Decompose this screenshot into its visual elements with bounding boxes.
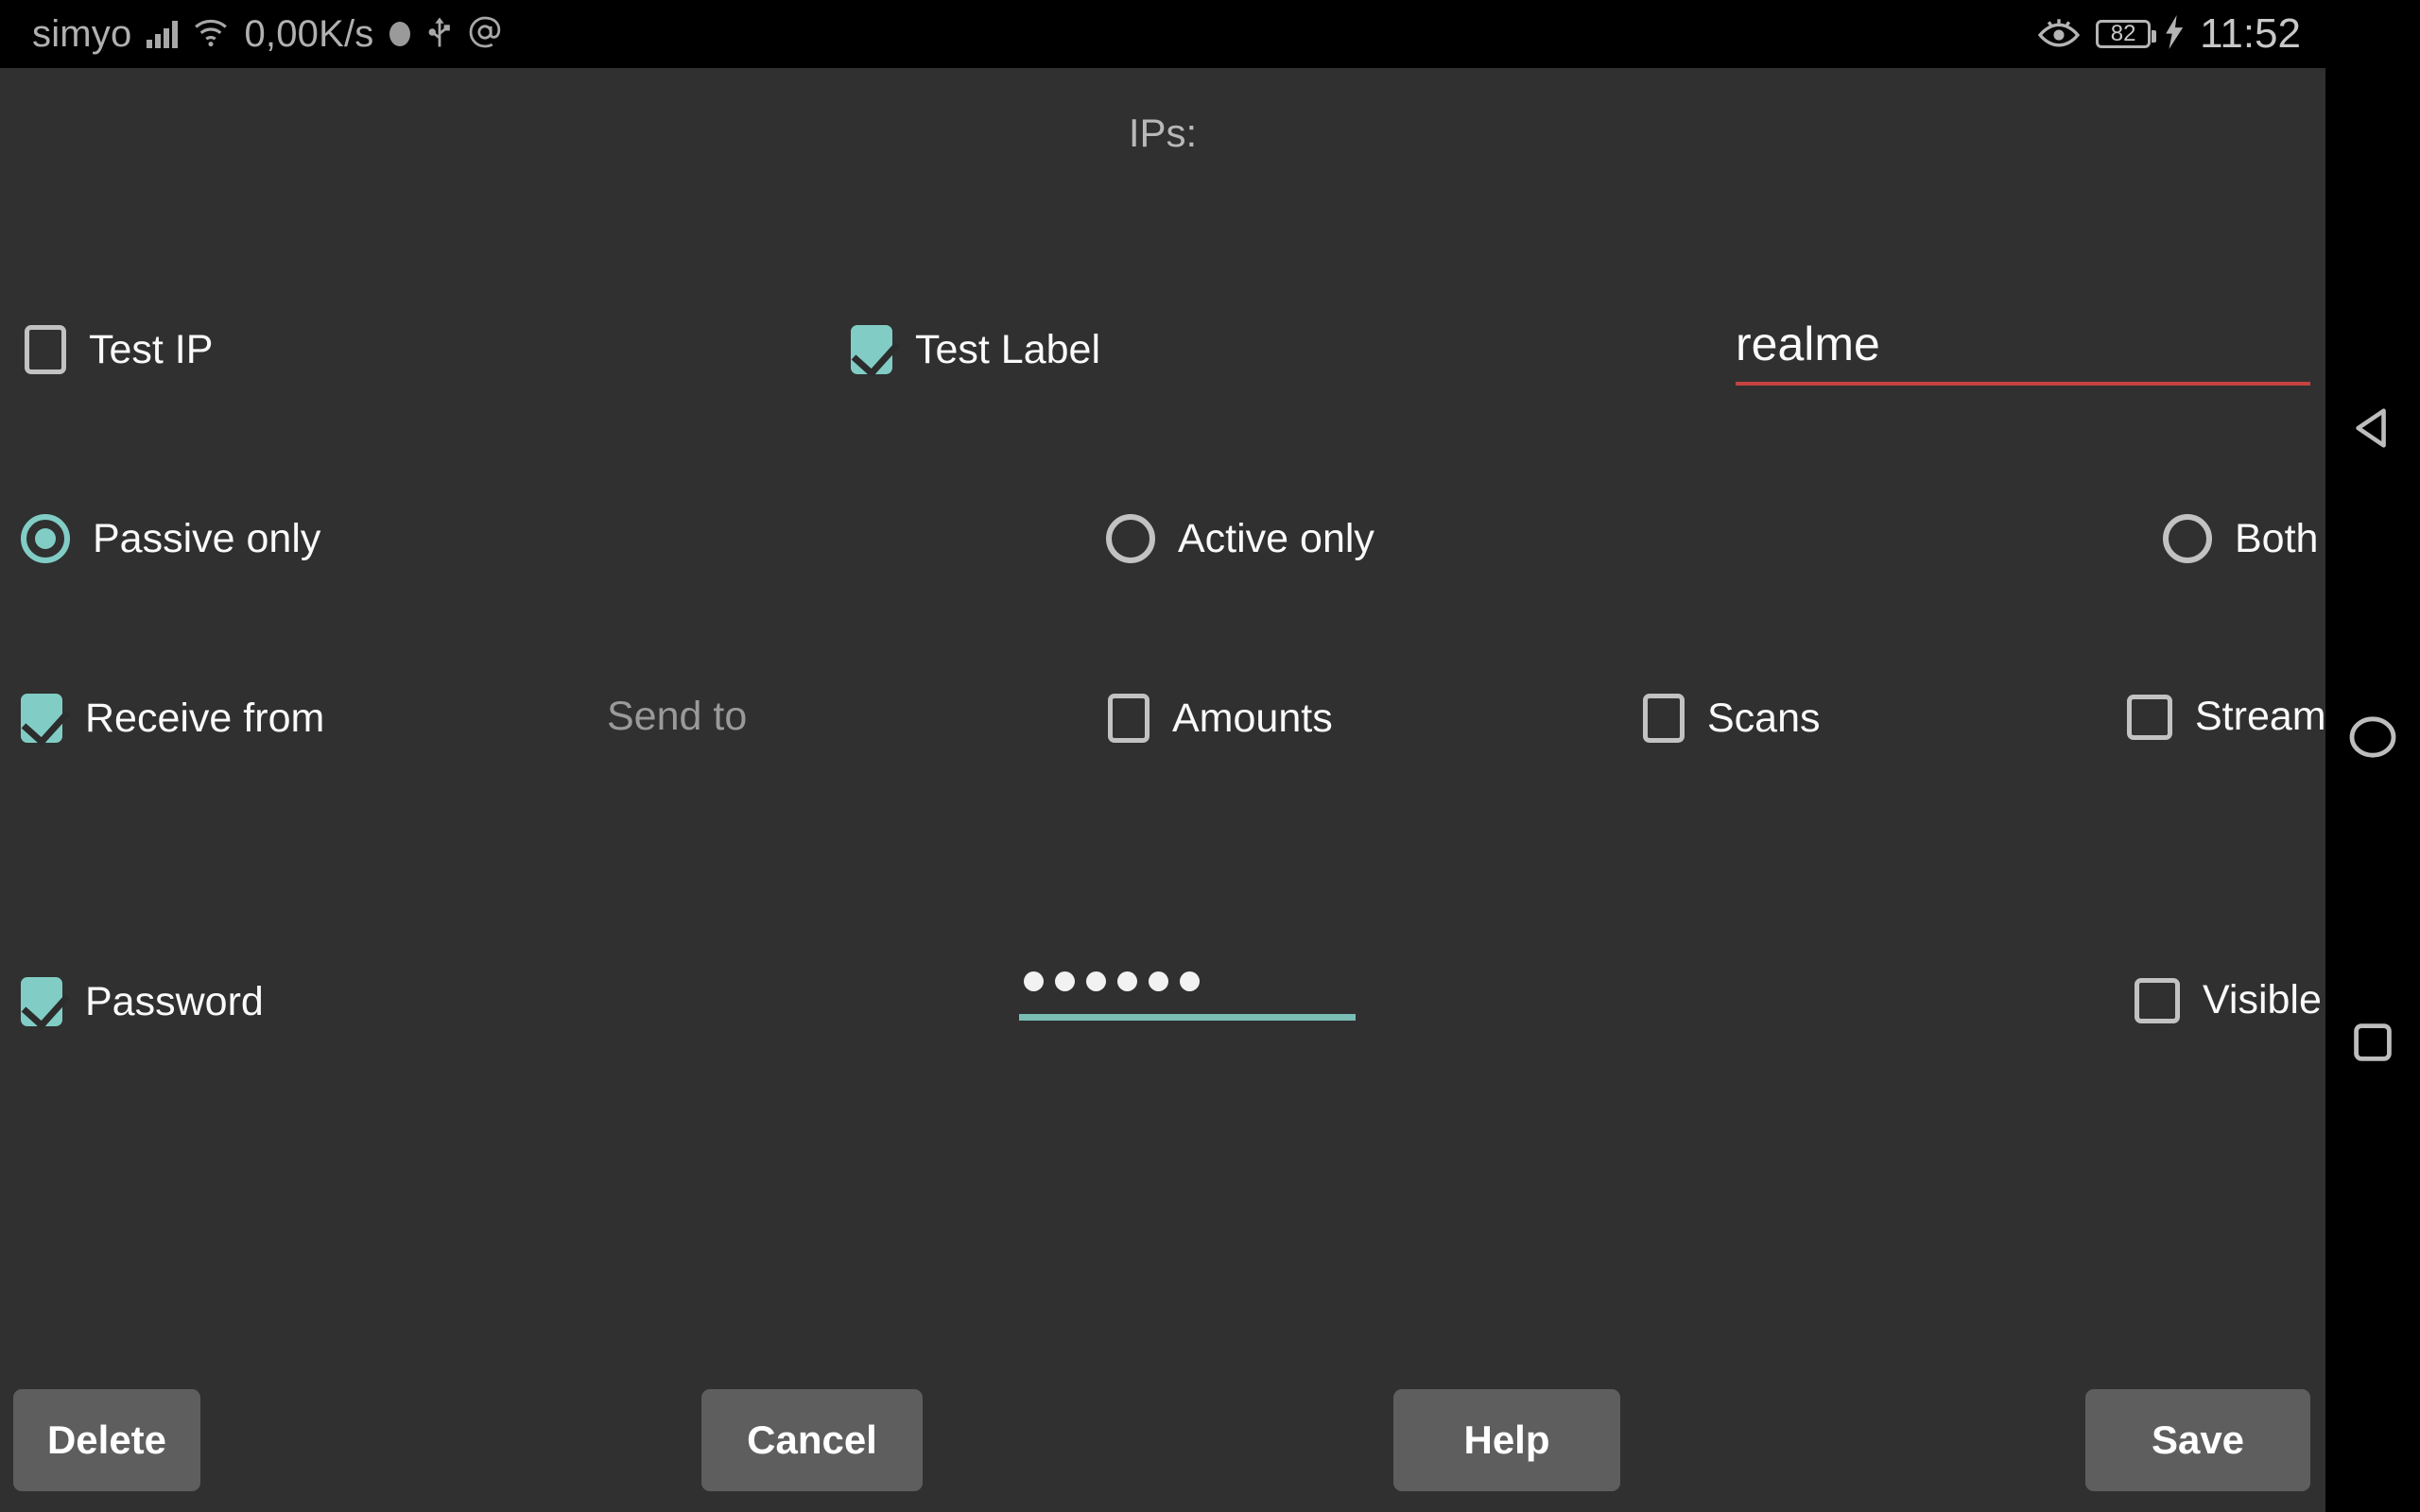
network-speed-label: 0,00K/s	[244, 12, 374, 55]
checkbox-box-stream	[2127, 694, 2172, 740]
checkbox-label-test-label: Test Label	[915, 326, 1101, 372]
name-input-underline	[1736, 382, 2310, 386]
checkbox-amounts[interactable]: Amounts	[1108, 694, 1333, 743]
home-icon	[2348, 714, 2397, 765]
back-button[interactable]	[2325, 383, 2420, 477]
checkbox-label-scans: Scans	[1707, 695, 1821, 741]
name-input[interactable]: realme	[1736, 318, 2310, 386]
radio-circle-passive-only	[21, 514, 70, 563]
status-bar-right: 82 11:52	[2037, 10, 2420, 58]
radio-circle-both	[2163, 514, 2212, 563]
recents-button[interactable]	[2325, 997, 2420, 1091]
cancel-button[interactable]: Cancel	[701, 1389, 923, 1491]
back-icon	[2349, 404, 2396, 456]
checkbox-box-test-label	[851, 325, 892, 374]
charging-bolt-icon	[2166, 14, 2185, 54]
checkbox-send-to[interactable]: Send to	[607, 694, 747, 740]
signal-bars-icon	[147, 20, 179, 48]
checkbox-box-scans	[1643, 694, 1685, 743]
radio-label-both: Both	[2235, 515, 2319, 561]
checkbox-label-visible: Visible	[2203, 977, 2322, 1022]
button-bar: Delete Cancel Help Save	[0, 1389, 2325, 1491]
save-button[interactable]: Save	[2085, 1389, 2310, 1491]
battery-level-label: 82	[2110, 21, 2136, 46]
at-sign-icon	[469, 16, 501, 53]
usb-icon	[425, 16, 454, 53]
checkbox-password[interactable]: Password	[21, 977, 264, 1026]
carrier-label: simyo	[32, 12, 132, 55]
status-bar-left: simyo 0,00K/s	[0, 13, 501, 56]
checkbox-label-test-ip: Test IP	[89, 326, 214, 372]
checkbox-test-ip[interactable]: Test IP	[25, 325, 213, 374]
password-input[interactable]	[1019, 971, 1356, 1021]
checkbox-test-label[interactable]: Test Label	[851, 325, 1100, 374]
navigation-bar	[2325, 68, 2420, 1512]
radio-circle-active-only	[1106, 514, 1155, 563]
android-screen: simyo 0,00K/s 82 11:52 IPs: Test IP Test…	[0, 0, 2420, 1512]
checkbox-box-test-ip	[25, 325, 66, 374]
checkbox-box-receive-from	[21, 694, 62, 743]
checkbox-stream[interactable]: Stream	[2127, 694, 2325, 740]
checkbox-box-amounts	[1108, 694, 1150, 743]
checkbox-scans[interactable]: Scans	[1643, 694, 1821, 743]
checkbox-label-stream: Stream	[2195, 694, 2325, 739]
recents-icon	[2352, 1022, 2394, 1068]
clock-label: 11:52	[2200, 10, 2301, 57]
password-masked-dots	[1019, 971, 1356, 1014]
radio-active-only[interactable]: Active only	[1106, 514, 1374, 563]
checkbox-box-visible	[2135, 977, 2180, 1023]
wifi-icon	[193, 17, 229, 52]
checkbox-label-password: Password	[85, 978, 264, 1024]
password-input-underline	[1019, 1014, 1356, 1021]
checkbox-receive-from[interactable]: Receive from	[21, 694, 324, 743]
recording-dot-icon	[389, 22, 410, 46]
radio-label-active-only: Active only	[1178, 515, 1374, 561]
help-button[interactable]: Help	[1393, 1389, 1620, 1491]
checkbox-visible[interactable]: Visible	[2135, 977, 2322, 1023]
name-input-value: realme	[1736, 318, 1880, 370]
delete-button[interactable]: Delete	[13, 1389, 200, 1491]
app-content-area: IPs: Test IP Test Label realme Passive o…	[0, 68, 2325, 1512]
radio-passive-only[interactable]: Passive only	[21, 514, 320, 563]
ips-label: IPs:	[1128, 111, 1198, 155]
checkbox-box-password	[21, 977, 62, 1026]
radio-label-passive-only: Passive only	[93, 515, 321, 561]
checkbox-label-amounts: Amounts	[1172, 695, 1333, 741]
row-password: Password Visible	[0, 971, 2325, 1081]
status-bar: simyo 0,00K/s 82 11:52	[0, 0, 2420, 68]
eye-icon	[2037, 16, 2081, 53]
row-test-options: Test IP Test Label realme	[0, 318, 2325, 420]
row-flag-checkboxes: Receive from Send to Amounts Scans Strea…	[0, 694, 2325, 769]
radio-both[interactable]: Both	[2163, 514, 2318, 563]
row-mode-radios: Passive only Active only Both	[0, 514, 2325, 590]
checkbox-label-receive-from: Receive from	[85, 695, 325, 741]
checkbox-label-send-to: Send to	[607, 694, 748, 739]
home-button[interactable]	[2325, 692, 2420, 786]
battery-icon: 82	[2096, 20, 2157, 48]
